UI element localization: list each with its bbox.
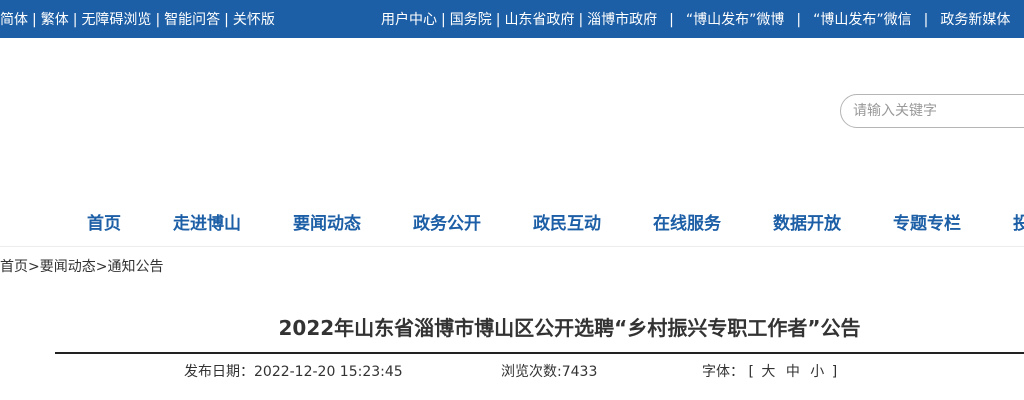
main-nav: 首页 走进博山 要闻动态 政务公开 政民互动 在线服务 数据开放 专题专栏 投: [0, 200, 1024, 247]
separator: |: [224, 12, 229, 28]
separator: |: [923, 12, 929, 28]
view-count: 浏览次数:7433: [501, 361, 597, 381]
topbar-left-links: 简体 | 繁体 | 无障碍浏览 | 智能问答 | 关怀版: [0, 9, 275, 29]
article-title: 2022年山东省淄博市博山区公开选聘“乡村振兴专职工作者”公告: [278, 316, 861, 340]
link-gov-new-media[interactable]: 政务新媒体: [940, 12, 1010, 28]
font-size-label: 字体：: [702, 364, 744, 380]
nav-item-interaction[interactable]: 政民互动: [533, 209, 601, 234]
bracket-close: ]: [831, 364, 838, 380]
search-box: [840, 94, 1024, 128]
separator: |: [495, 12, 501, 28]
separator: |: [669, 12, 674, 28]
separator: |: [796, 12, 802, 28]
link-user-center[interactable]: 用户中心: [381, 12, 437, 28]
nav-item-home[interactable]: 首页: [87, 209, 121, 234]
title-divider: [55, 352, 1024, 354]
nav-item-special-topics[interactable]: 专题专栏: [893, 209, 961, 234]
link-traditional[interactable]: 繁体: [41, 12, 69, 28]
font-size-medium-button[interactable]: 中: [786, 364, 800, 380]
font-size-large-button[interactable]: 大: [761, 364, 775, 380]
publish-date: 发布日期：2022-12-20 15:23:45: [184, 361, 403, 381]
breadcrumb: 首页>要闻动态>通知公告: [0, 256, 163, 276]
search-input[interactable]: [841, 95, 1024, 127]
link-shandong-gov[interactable]: 山东省政府: [504, 12, 574, 28]
separator: |: [155, 12, 161, 28]
breadcrumb-notices[interactable]: 通知公告: [107, 259, 163, 275]
breadcrumb-separator: >: [28, 259, 40, 275]
nav-item-about-boshan[interactable]: 走进博山: [173, 209, 241, 234]
separator: |: [72, 12, 78, 28]
breadcrumb-home[interactable]: 首页: [0, 259, 28, 275]
separator: |: [32, 12, 37, 28]
view-count-value: 7433: [561, 364, 598, 380]
separator: |: [578, 12, 584, 28]
link-boshan-wechat[interactable]: “博山发布”微信: [813, 12, 912, 28]
link-zibo-gov[interactable]: 淄博市政府: [587, 12, 657, 28]
topbar-right-links: 用户中心 | 国务院 | 山东省政府 | 淄博市政府 | “博山发布”微博 | “博山发布”微信 | 政…: [381, 9, 1010, 29]
nav-item-gov-affairs[interactable]: 政务公开: [413, 209, 481, 234]
link-state-council[interactable]: 国务院: [450, 12, 492, 28]
bracket-open: [: [748, 364, 754, 380]
link-boshan-weibo[interactable]: “博山发布”微博: [686, 12, 785, 28]
separator: |: [441, 12, 446, 28]
publish-date-value: 2022-12-20 15:23:45: [254, 364, 403, 380]
nav-item-partial[interactable]: 投: [1013, 209, 1024, 234]
link-simplified[interactable]: 简体: [0, 12, 28, 28]
font-size-controls: 字体： [ 大 中 小 ]: [702, 361, 837, 381]
link-accessibility[interactable]: 无障碍浏览: [81, 12, 151, 28]
link-smart-qa[interactable]: 智能问答: [164, 12, 220, 28]
nav-item-online-service[interactable]: 在线服务: [653, 209, 721, 234]
link-care-version[interactable]: 关怀版: [233, 12, 275, 28]
view-count-label: 浏览次数:: [501, 364, 562, 380]
publish-date-label: 发布日期：: [184, 364, 254, 380]
nav-item-open-data[interactable]: 数据开放: [773, 209, 841, 234]
top-utility-bar: 简体 | 繁体 | 无障碍浏览 | 智能问答 | 关怀版 用户中心 | 国务院 | 山东省政府 | 淄博市政…: [0, 0, 1024, 38]
font-size-small-button[interactable]: 小: [810, 364, 824, 380]
breadcrumb-separator: >: [95, 259, 108, 275]
breadcrumb-news[interactable]: 要闻动态: [40, 259, 96, 275]
nav-item-news[interactable]: 要闻动态: [293, 209, 361, 234]
